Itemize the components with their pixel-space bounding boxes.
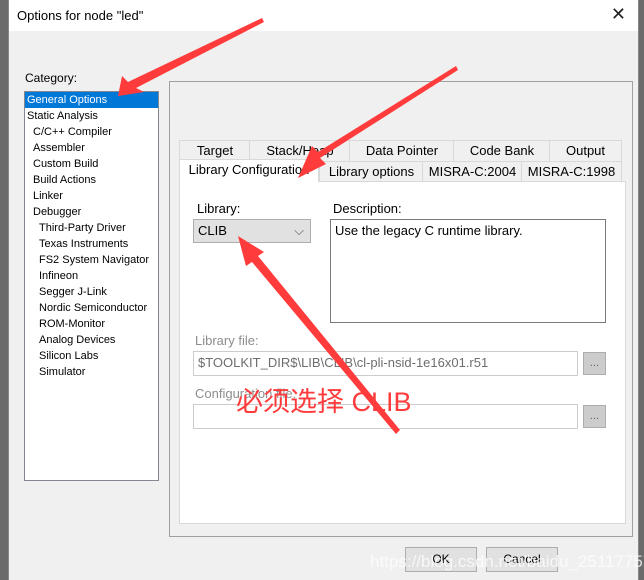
watermark: https://blog.csdn.net/baidu_25117757 <box>370 552 644 571</box>
arrow-to-library-configuration <box>298 66 458 178</box>
arrow-to-general-options <box>118 18 264 96</box>
annotation-text: 必须选择 CLIB <box>236 387 412 417</box>
annotation-arrows <box>118 18 458 434</box>
